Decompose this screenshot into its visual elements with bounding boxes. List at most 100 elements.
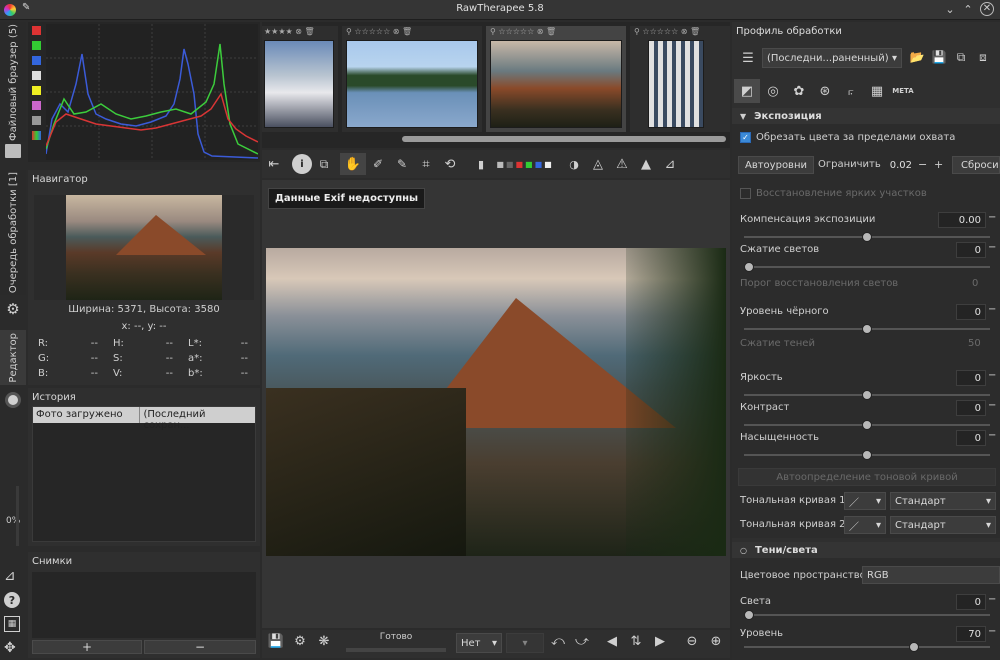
tab-file-browser[interactable]: Файловый браузер (5) bbox=[0, 22, 26, 142]
saturation-slider[interactable] bbox=[744, 450, 990, 460]
highlights-slider[interactable] bbox=[744, 610, 990, 620]
slider-knob[interactable] bbox=[909, 642, 920, 652]
reset-button[interactable]: Сброси bbox=[952, 156, 1000, 174]
highlight-clipping-warning-icon[interactable]: ▲ bbox=[634, 157, 658, 172]
filmstrip-item-selected[interactable]: ⚲ ☆☆☆☆☆ ⊗ 🗑 bbox=[486, 26, 626, 132]
zoom-in-icon[interactable]: ⊕ bbox=[706, 634, 726, 649]
lightness-field[interactable]: 0 bbox=[956, 370, 986, 386]
highlights-field[interactable]: 0 bbox=[956, 594, 986, 610]
help-icon[interactable]: ? bbox=[4, 592, 20, 608]
highlight-compression-slider[interactable] bbox=[744, 262, 990, 272]
waveform-icon[interactable]: ⊿ bbox=[658, 157, 682, 172]
channel-dots[interactable]: ■ ■ ■ ■ ■ ■ bbox=[488, 160, 562, 169]
maximize-icon[interactable]: ⌃ bbox=[960, 2, 976, 18]
contrast-slider[interactable] bbox=[744, 420, 990, 430]
saturation-field[interactable]: 0 bbox=[956, 430, 986, 446]
red-channel-button[interactable] bbox=[32, 26, 41, 35]
increment-icon[interactable]: + bbox=[934, 158, 943, 171]
highlight-compression-field[interactable]: 0 bbox=[956, 242, 986, 258]
zoom-fit-select[interactable]: Нет ▾ bbox=[456, 633, 502, 653]
level-field[interactable]: 70 bbox=[956, 626, 986, 642]
add-filter-icon[interactable]: ⊿ bbox=[4, 568, 16, 584]
contrast-field[interactable]: 0 bbox=[956, 400, 986, 416]
shadow-clipping-warning-icon[interactable]: ⚠ bbox=[610, 157, 634, 172]
tab-raw-icon[interactable]: ▦ bbox=[864, 84, 890, 99]
crop-icon[interactable]: ⌗ bbox=[414, 157, 438, 172]
close-icon[interactable]: ✕ bbox=[980, 2, 994, 16]
rotate-right-icon[interactable]: ⤻ bbox=[572, 634, 592, 649]
tab-detail-icon[interactable]: ◎ bbox=[760, 84, 786, 99]
slider-knob[interactable] bbox=[744, 610, 754, 620]
hide-panel-icon[interactable]: ⇤ bbox=[262, 157, 286, 172]
external-editor-icon[interactable]: ❋ bbox=[314, 634, 334, 649]
gear-icon[interactable]: ⚙ bbox=[4, 300, 22, 318]
lightness-slider[interactable] bbox=[744, 390, 990, 400]
straighten-icon[interactable]: ⟲ bbox=[438, 157, 462, 172]
queue-icon[interactable]: ⚙ bbox=[290, 634, 310, 649]
paste-profile-icon[interactable]: ⧈ bbox=[974, 50, 992, 65]
slider-knob[interactable] bbox=[862, 232, 872, 242]
curve-mode-select[interactable]: Стандарт ▾ bbox=[890, 516, 996, 534]
black-level-slider[interactable] bbox=[744, 324, 990, 334]
main-photo[interactable] bbox=[266, 248, 726, 556]
curve-mode-select[interactable]: Стандарт ▾ bbox=[890, 492, 996, 510]
next-image-icon[interactable]: ▶ bbox=[650, 634, 670, 649]
reset-icon[interactable]: − bbox=[988, 430, 996, 441]
slider-knob[interactable] bbox=[862, 324, 872, 334]
bar-button[interactable] bbox=[32, 116, 41, 125]
filmstrip-scrollbar[interactable] bbox=[402, 136, 726, 142]
remove-snapshot-button[interactable]: − bbox=[144, 640, 256, 654]
add-snapshot-button[interactable]: + bbox=[32, 640, 142, 654]
decrement-icon[interactable]: − bbox=[918, 158, 927, 171]
previous-image-icon[interactable]: ◀ bbox=[602, 634, 622, 649]
limit-field[interactable]: 0.02 bbox=[882, 156, 916, 174]
reset-icon[interactable]: − bbox=[988, 370, 996, 381]
reset-icon[interactable]: − bbox=[988, 400, 996, 411]
image-viewer[interactable]: Данные Exif недоступны bbox=[262, 180, 730, 628]
gamut-icon[interactable]: ◬ bbox=[586, 157, 610, 172]
slider-knob[interactable] bbox=[862, 450, 872, 460]
grid-icon[interactable]: ▦ bbox=[4, 616, 20, 632]
filmstrip-item[interactable]: ★★★★ ⊗ 🗑 bbox=[262, 26, 338, 132]
reset-icon[interactable]: − bbox=[988, 212, 996, 223]
thumbnail-image[interactable] bbox=[490, 40, 622, 128]
blue-channel-button[interactable] bbox=[32, 56, 41, 65]
slider-knob[interactable] bbox=[862, 420, 872, 430]
chroma-button[interactable] bbox=[32, 86, 41, 95]
info-icon[interactable]: i bbox=[292, 154, 312, 174]
tab-meta-icon[interactable]: META bbox=[890, 87, 916, 95]
tab-transform-icon[interactable]: ⟔ bbox=[838, 84, 864, 99]
clip-gamut-checkbox[interactable]: ✓ Обрезать цвета за пределами охвата bbox=[740, 132, 955, 143]
minimize-icon[interactable]: ⌄ bbox=[942, 2, 958, 18]
reset-icon[interactable]: − bbox=[988, 304, 996, 315]
mode-button[interactable] bbox=[32, 131, 41, 140]
exposure-compensation-field[interactable]: 0.00 bbox=[938, 212, 986, 228]
shadows-highlights-header[interactable]: ○ Тени/света bbox=[732, 542, 1000, 558]
tab-color-icon[interactable]: ✿ bbox=[786, 84, 812, 99]
filmstrip-item[interactable]: ⚲ ☆☆☆☆☆ ⊗ 🗑 bbox=[630, 26, 730, 132]
sync-icon[interactable]: ⇅ bbox=[626, 634, 646, 649]
save-profile-icon[interactable]: 💾 bbox=[930, 50, 948, 64]
exposure-header[interactable]: ▼ Экспозиция bbox=[732, 108, 1000, 124]
before-after-icon[interactable]: ⧉ bbox=[312, 157, 336, 172]
green-channel-button[interactable] bbox=[32, 41, 41, 50]
curve-type-select[interactable]: ／ ▾ bbox=[844, 516, 886, 534]
preview-background-icon[interactable]: ▮ bbox=[474, 158, 488, 171]
tab-editor[interactable]: Редактор bbox=[0, 330, 26, 385]
color-space-select[interactable]: RGB bbox=[862, 566, 1000, 584]
level-slider[interactable] bbox=[744, 642, 990, 652]
hand-icon[interactable]: ✋ bbox=[340, 153, 366, 175]
zoom-out-icon[interactable]: ⊖ bbox=[682, 634, 702, 649]
curve-type-select[interactable]: ／ ▾ bbox=[844, 492, 886, 510]
black-level-field[interactable]: 0 bbox=[956, 304, 986, 320]
copy-profile-icon[interactable]: ⧉ bbox=[952, 50, 970, 65]
auto-levels-button[interactable]: Автоуровни bbox=[738, 156, 814, 174]
thumbnail-image[interactable] bbox=[346, 40, 478, 128]
save-icon[interactable]: 💾 bbox=[266, 634, 286, 649]
move-icon[interactable]: ✥ bbox=[4, 640, 16, 656]
reset-icon[interactable]: − bbox=[988, 594, 996, 605]
tab-exposure-icon[interactable]: ◩ bbox=[734, 79, 760, 103]
tab-advanced-icon[interactable]: ⊛ bbox=[812, 84, 838, 99]
list-icon[interactable]: ☰ bbox=[738, 48, 758, 68]
profile-select[interactable]: (Последни...раненный) ▾ bbox=[762, 48, 902, 68]
